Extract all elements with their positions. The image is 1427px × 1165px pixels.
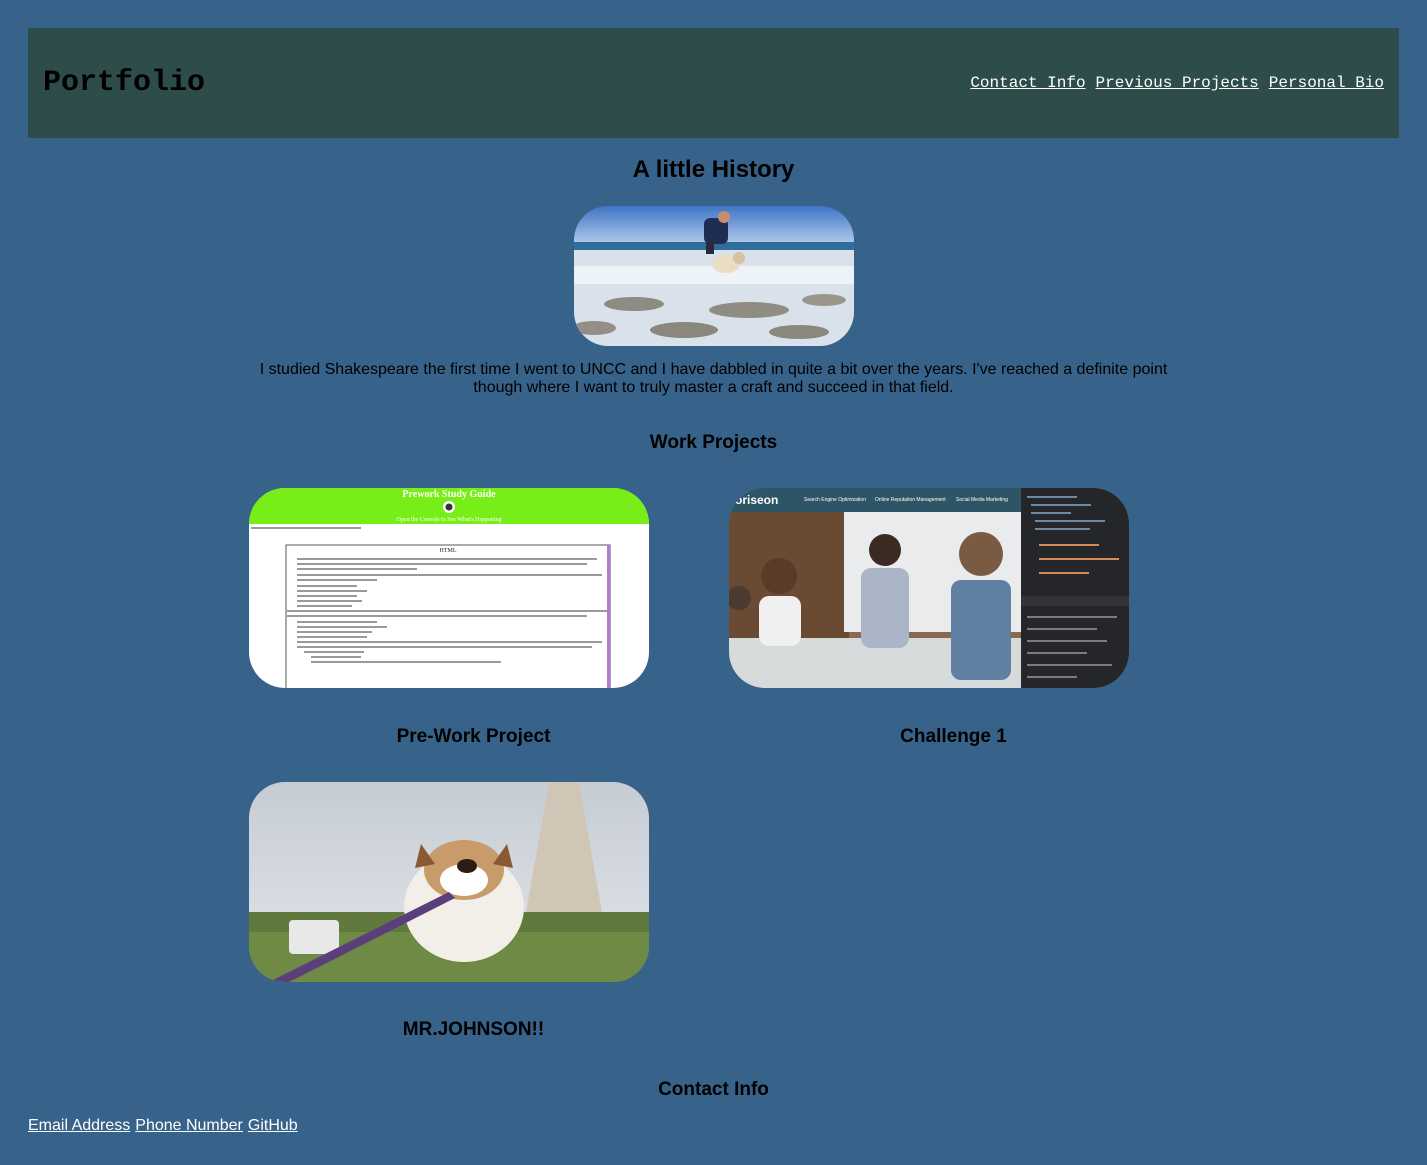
prework-project-image[interactable]: Prework Study Guide Open the Console to … [249, 488, 649, 688]
prework-banner-text: Prework Study Guide [402, 489, 496, 500]
nav-previous-projects[interactable]: Previous Projects [1096, 74, 1259, 92]
challenge1-logo-text: oriseon [735, 493, 778, 507]
github-link[interactable]: GitHub [248, 1117, 298, 1135]
bio-text: I studied Shakespeare the first time I w… [259, 361, 1168, 396]
prework-project-title: Pre-Work Project [396, 726, 551, 747]
mr-johnson-project-image[interactable] [249, 782, 649, 982]
site-brand: Portfolio [43, 66, 206, 100]
work-projects-heading: Work Projects [649, 432, 778, 453]
contact-info-heading: Contact Info [658, 1079, 769, 1100]
nav-personal-bio[interactable]: Personal Bio [1269, 74, 1384, 92]
beach-dog-photo [574, 206, 854, 346]
history-heading: A little History [632, 156, 795, 183]
challenge1-menu-1: Search Engine Optimization [804, 497, 866, 503]
contact-links: Email Address Phone Number GitHub [28, 1117, 298, 1135]
site-header: Portfolio Contact Info Previous Projects… [28, 28, 1399, 138]
challenge1-project-image[interactable]: oriseon Search Engine Optimization Onlin… [729, 488, 1129, 688]
mr-johnson-project-title: MR.JOHNSON!! [402, 1019, 545, 1040]
prework-heading: HTML [440, 548, 457, 554]
prework-banner-subtext: Open the Console to See What's Happening [397, 517, 502, 523]
nav-contact-info[interactable]: Contact Info [970, 74, 1085, 92]
challenge1-project-title: Challenge 1 [900, 726, 1007, 747]
main-nav: Contact Info Previous Projects Personal … [970, 74, 1384, 92]
email-address-link[interactable]: Email Address [28, 1117, 130, 1135]
challenge1-menu-3: Social Media Marketing [956, 497, 1008, 503]
challenge1-menu-2: Online Reputation Management [875, 497, 946, 503]
phone-number-link[interactable]: Phone Number [135, 1117, 243, 1135]
